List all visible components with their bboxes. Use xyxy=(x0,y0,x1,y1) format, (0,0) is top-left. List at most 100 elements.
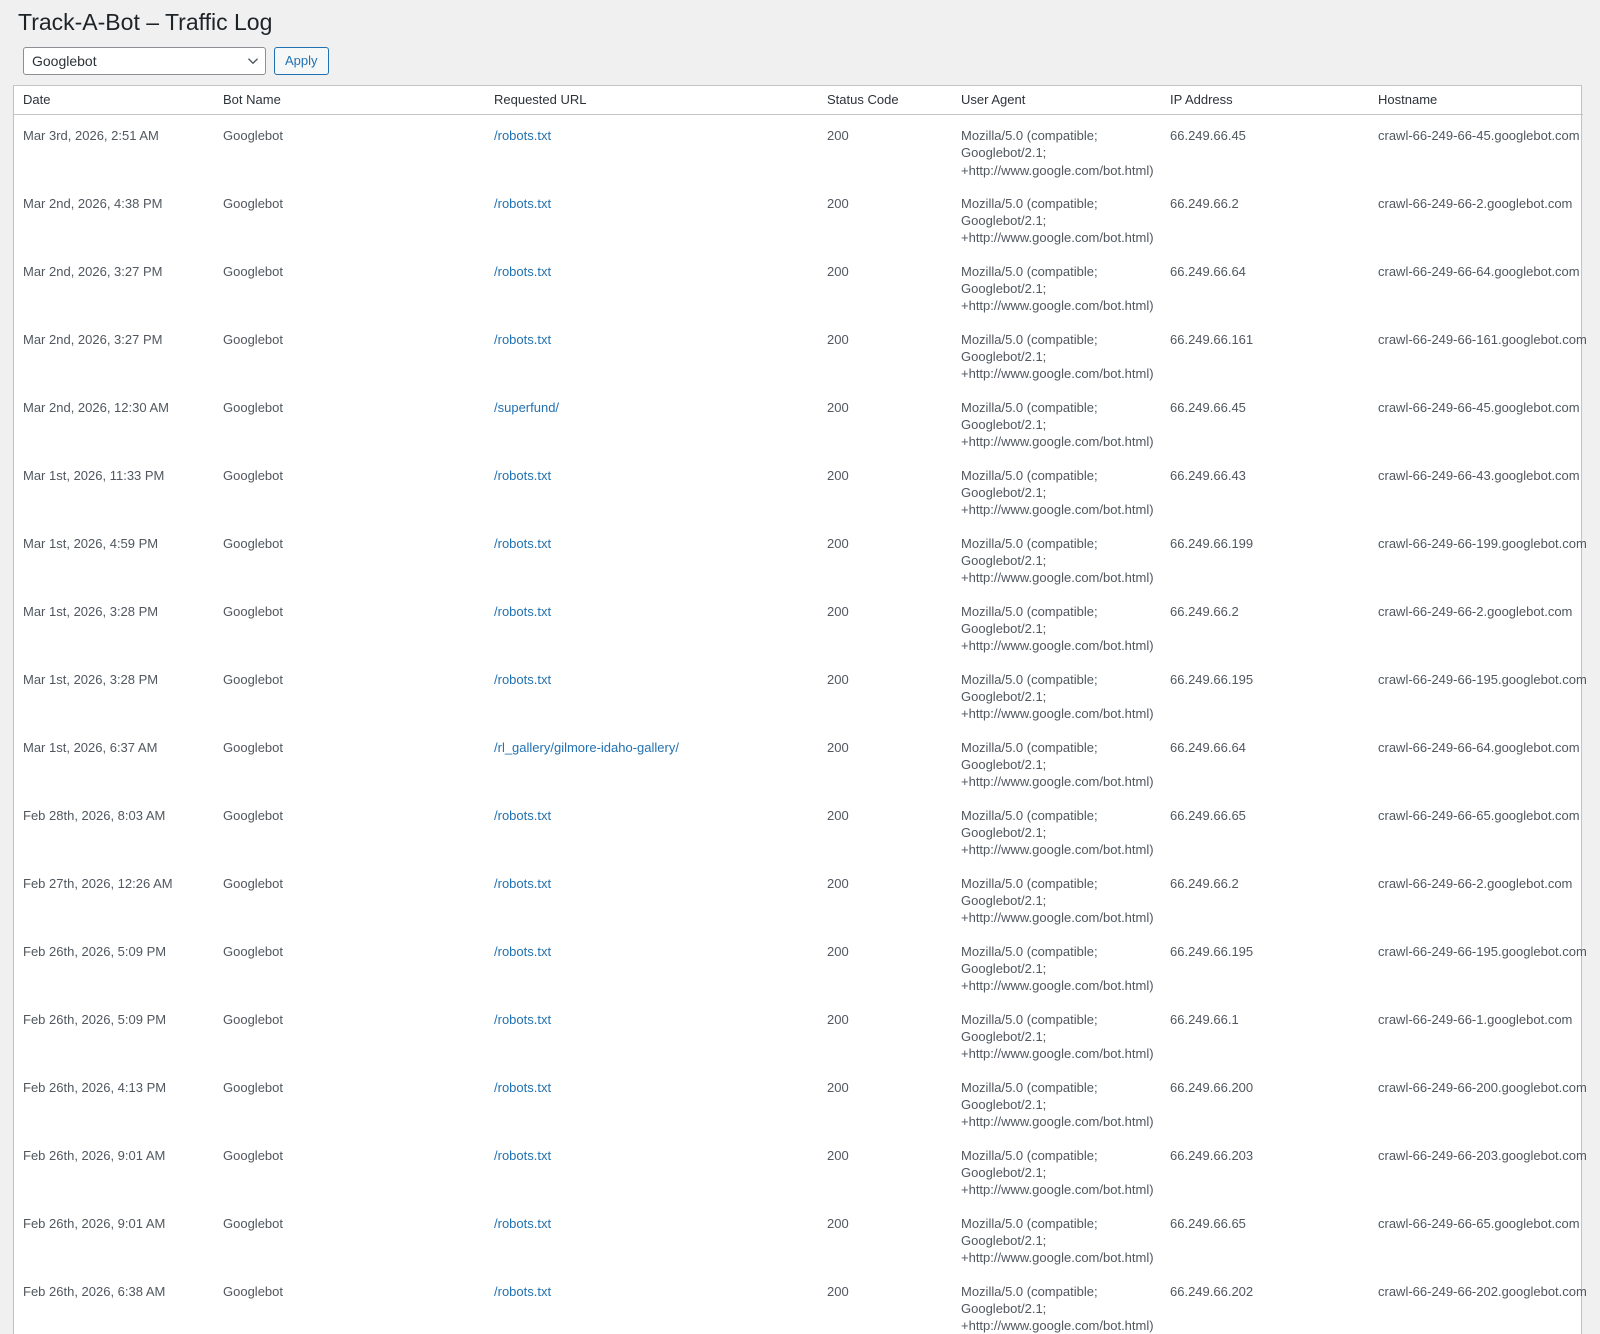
requested-url-cell: /robots.txt xyxy=(485,863,818,931)
status-code-cell: 200 xyxy=(818,1067,952,1135)
column-header: Date xyxy=(14,86,214,115)
requested-url-link[interactable]: /robots.txt xyxy=(494,264,551,279)
requested-url-cell: /robots.txt xyxy=(485,1067,818,1135)
ip-address-cell: 66.249.66.202 xyxy=(1161,1271,1369,1334)
requested-url-link[interactable]: /robots.txt xyxy=(494,196,551,211)
requested-url-cell: /robots.txt xyxy=(485,523,818,591)
requested-url-link[interactable]: /robots.txt xyxy=(494,604,551,619)
hostname-cell: crawl-66-249-66-45.googlebot.com xyxy=(1369,387,1583,455)
column-header: Requested URL xyxy=(485,86,818,115)
traffic-log-table: Date Bot Name Requested URL Status Code … xyxy=(14,86,1583,1334)
requested-url-link[interactable]: /robots.txt xyxy=(494,536,551,551)
date-cell: Mar 2nd, 2026, 4:38 PM xyxy=(14,183,214,251)
date-cell: Mar 1st, 2026, 4:59 PM xyxy=(14,523,214,591)
bot-filter-select[interactable]: Googlebot xyxy=(23,47,266,75)
requested-url-link[interactable]: /robots.txt xyxy=(494,1012,551,1027)
user-agent-cell: Mozilla/5.0 (compatible; Googlebot/2.1; … xyxy=(952,319,1161,387)
date-cell: Feb 28th, 2026, 8:03 AM xyxy=(14,795,214,863)
user-agent-cell: Mozilla/5.0 (compatible; Googlebot/2.1; … xyxy=(952,1203,1161,1271)
user-agent-cell: Mozilla/5.0 (compatible; Googlebot/2.1; … xyxy=(952,999,1161,1067)
ip-address-cell: 66.249.66.1 xyxy=(1161,999,1369,1067)
hostname-cell: crawl-66-249-66-45.googlebot.com xyxy=(1369,115,1583,183)
traffic-log-table-container: Date Bot Name Requested URL Status Code … xyxy=(13,85,1582,1334)
ip-address-cell: 66.249.66.2 xyxy=(1161,591,1369,659)
table-row: Feb 27th, 2026, 12:26 AM Googlebot /robo… xyxy=(14,863,1583,931)
ip-address-cell: 66.249.66.195 xyxy=(1161,659,1369,727)
date-cell: Feb 26th, 2026, 6:38 AM xyxy=(14,1271,214,1334)
ip-address-cell: 66.249.66.161 xyxy=(1161,319,1369,387)
table-row: Feb 28th, 2026, 8:03 AM Googlebot /robot… xyxy=(14,795,1583,863)
requested-url-cell: /robots.txt xyxy=(485,251,818,319)
bot-name-cell: Googlebot xyxy=(214,1203,485,1271)
requested-url-link[interactable]: /rl_gallery/gilmore-idaho-gallery/ xyxy=(494,740,679,755)
requested-url-link[interactable]: /superfund/ xyxy=(494,400,559,415)
user-agent-cell: Mozilla/5.0 (compatible; Googlebot/2.1; … xyxy=(952,523,1161,591)
status-code-cell: 200 xyxy=(818,931,952,999)
bot-name-cell: Googlebot xyxy=(214,999,485,1067)
table-row: Mar 2nd, 2026, 12:30 AM Googlebot /super… xyxy=(14,387,1583,455)
table-row: Mar 3rd, 2026, 2:51 AM Googlebot /robots… xyxy=(14,115,1583,183)
requested-url-link[interactable]: /robots.txt xyxy=(494,1148,551,1163)
bot-name-cell: Googlebot xyxy=(214,863,485,931)
requested-url-cell: /robots.txt xyxy=(485,795,818,863)
user-agent-cell: Mozilla/5.0 (compatible; Googlebot/2.1; … xyxy=(952,183,1161,251)
apply-button[interactable]: Apply xyxy=(274,47,329,75)
user-agent-cell: Mozilla/5.0 (compatible; Googlebot/2.1; … xyxy=(952,591,1161,659)
bot-name-cell: Googlebot xyxy=(214,251,485,319)
ip-address-cell: 66.249.66.64 xyxy=(1161,251,1369,319)
status-code-cell: 200 xyxy=(818,591,952,659)
table-row: Mar 1st, 2026, 6:37 AM Googlebot /rl_gal… xyxy=(14,727,1583,795)
requested-url-cell: /robots.txt xyxy=(485,319,818,387)
requested-url-link[interactable]: /robots.txt xyxy=(494,1080,551,1095)
ip-address-cell: 66.249.66.43 xyxy=(1161,455,1369,523)
table-row: Mar 1st, 2026, 11:33 PM Googlebot /robot… xyxy=(14,455,1583,523)
table-row: Feb 26th, 2026, 9:01 AM Googlebot /robot… xyxy=(14,1203,1583,1271)
hostname-cell: crawl-66-249-66-2.googlebot.com xyxy=(1369,863,1583,931)
date-cell: Mar 2nd, 2026, 3:27 PM xyxy=(14,319,214,387)
status-code-cell: 200 xyxy=(818,251,952,319)
requested-url-link[interactable]: /robots.txt xyxy=(494,944,551,959)
date-cell: Feb 26th, 2026, 5:09 PM xyxy=(14,999,214,1067)
table-row: Mar 1st, 2026, 3:28 PM Googlebot /robots… xyxy=(14,659,1583,727)
bot-name-cell: Googlebot xyxy=(214,795,485,863)
bot-name-cell: Googlebot xyxy=(214,387,485,455)
date-cell: Mar 1st, 2026, 3:28 PM xyxy=(14,659,214,727)
table-row: Feb 26th, 2026, 6:38 AM Googlebot /robot… xyxy=(14,1271,1583,1334)
column-header: Status Code xyxy=(818,86,952,115)
requested-url-link[interactable]: /robots.txt xyxy=(494,1284,551,1299)
status-code-cell: 200 xyxy=(818,795,952,863)
status-code-cell: 200 xyxy=(818,387,952,455)
status-code-cell: 200 xyxy=(818,319,952,387)
hostname-cell: crawl-66-249-66-200.googlebot.com xyxy=(1369,1067,1583,1135)
hostname-cell: crawl-66-249-66-203.googlebot.com xyxy=(1369,1135,1583,1203)
requested-url-link[interactable]: /robots.txt xyxy=(494,808,551,823)
ip-address-cell: 66.249.66.2 xyxy=(1161,863,1369,931)
ip-address-cell: 66.249.66.64 xyxy=(1161,727,1369,795)
date-cell: Feb 26th, 2026, 5:09 PM xyxy=(14,931,214,999)
hostname-cell: crawl-66-249-66-199.googlebot.com xyxy=(1369,523,1583,591)
requested-url-cell: /robots.txt xyxy=(485,183,818,251)
column-header: IP Address xyxy=(1161,86,1369,115)
requested-url-link[interactable]: /robots.txt xyxy=(494,672,551,687)
column-header: Hostname xyxy=(1369,86,1583,115)
requested-url-cell: /rl_gallery/gilmore-idaho-gallery/ xyxy=(485,727,818,795)
bot-name-cell: Googlebot xyxy=(214,523,485,591)
user-agent-cell: Mozilla/5.0 (compatible; Googlebot/2.1; … xyxy=(952,1067,1161,1135)
user-agent-cell: Mozilla/5.0 (compatible; Googlebot/2.1; … xyxy=(952,455,1161,523)
requested-url-link[interactable]: /robots.txt xyxy=(494,1216,551,1231)
ip-address-cell: 66.249.66.203 xyxy=(1161,1135,1369,1203)
requested-url-link[interactable]: /robots.txt xyxy=(494,876,551,891)
column-header: Bot Name xyxy=(214,86,485,115)
status-code-cell: 200 xyxy=(818,659,952,727)
page-title: Track-A-Bot – Traffic Log xyxy=(0,0,1600,38)
status-code-cell: 200 xyxy=(818,1271,952,1334)
status-code-cell: 200 xyxy=(818,183,952,251)
hostname-cell: crawl-66-249-66-65.googlebot.com xyxy=(1369,1203,1583,1271)
requested-url-link[interactable]: /robots.txt xyxy=(494,468,551,483)
requested-url-link[interactable]: /robots.txt xyxy=(494,332,551,347)
requested-url-cell: /robots.txt xyxy=(485,999,818,1067)
user-agent-cell: Mozilla/5.0 (compatible; Googlebot/2.1; … xyxy=(952,659,1161,727)
bot-name-cell: Googlebot xyxy=(214,591,485,659)
requested-url-cell: /robots.txt xyxy=(485,455,818,523)
requested-url-link[interactable]: /robots.txt xyxy=(494,128,551,143)
